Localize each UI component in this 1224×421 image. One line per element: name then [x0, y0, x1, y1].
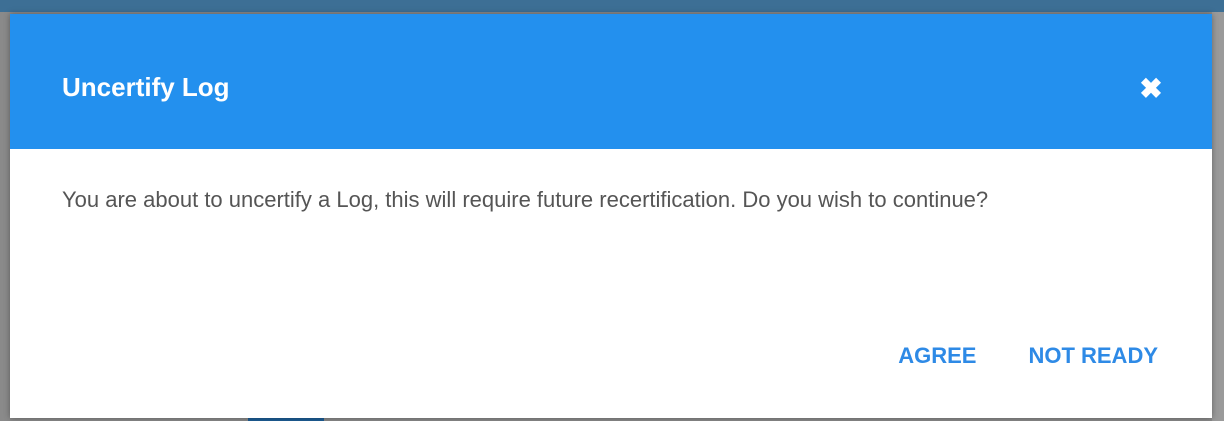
- dialog-title: Uncertify Log: [62, 72, 230, 102]
- dialog-message: You are about to uncertify a Log, this w…: [62, 187, 989, 212]
- agree-button[interactable]: AGREE: [898, 336, 976, 376]
- dialog-header: Uncertify Log ✖: [10, 14, 1212, 149]
- dialog-actions: AGREE NOT READY: [898, 336, 1158, 376]
- uncertify-dialog: Uncertify Log ✖ You are about to uncerti…: [10, 14, 1212, 418]
- close-icon[interactable]: ✖: [1132, 70, 1170, 108]
- not-ready-button[interactable]: NOT READY: [1028, 336, 1158, 376]
- backdrop-right-strip: [1212, 12, 1224, 421]
- backdrop-top-bar: [0, 0, 1224, 12]
